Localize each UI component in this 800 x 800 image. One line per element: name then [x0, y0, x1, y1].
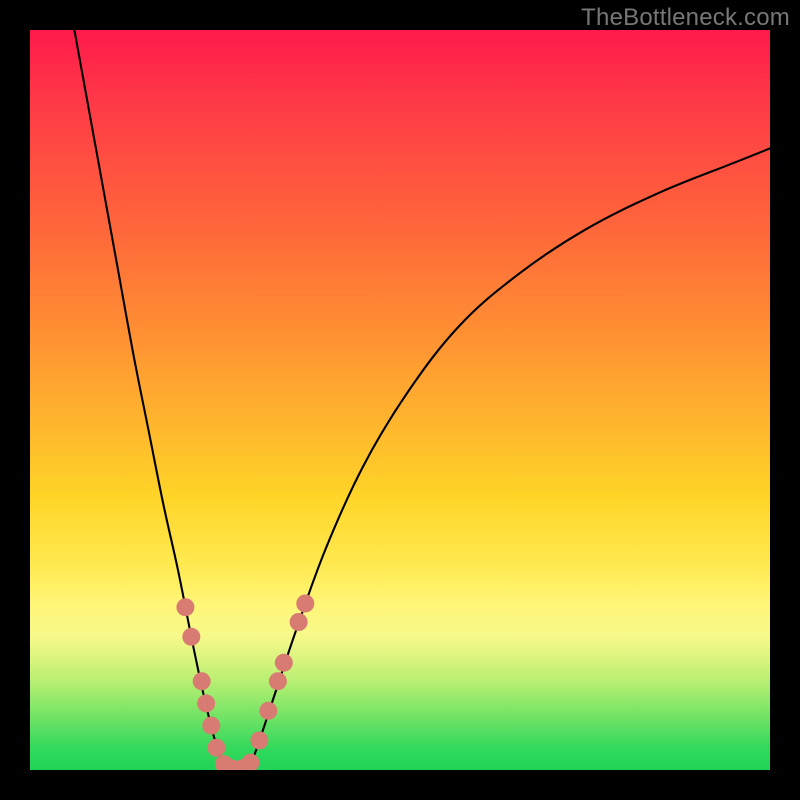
data-marker [259, 702, 277, 720]
data-marker [269, 672, 287, 690]
curve-layer [74, 30, 770, 770]
data-marker [242, 754, 260, 770]
data-marker [202, 717, 220, 735]
data-marker [275, 654, 293, 672]
chart-svg [30, 30, 770, 770]
data-marker [207, 739, 225, 757]
data-marker [197, 694, 215, 712]
watermark-text: TheBottleneck.com [581, 4, 790, 32]
data-marker [296, 595, 314, 613]
data-marker [176, 598, 194, 616]
data-marker [182, 628, 200, 646]
data-marker [250, 731, 268, 749]
plot-area [30, 30, 770, 770]
outer-frame: TheBottleneck.com [0, 0, 800, 800]
marker-layer [176, 595, 314, 771]
data-marker [193, 672, 211, 690]
data-marker [290, 613, 308, 631]
bottleneck-curve [74, 30, 770, 770]
